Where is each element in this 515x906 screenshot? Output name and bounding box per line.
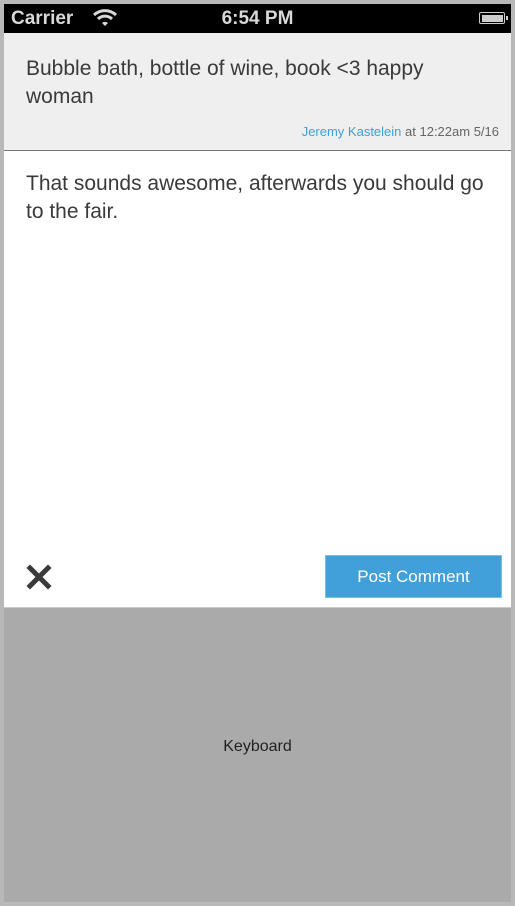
post-meta: Jeremy Kastelein at 12:22am 5/16 — [302, 124, 499, 139]
close-icon[interactable] — [26, 564, 52, 590]
post-comment-button[interactable]: Post Comment — [325, 555, 502, 598]
post-text: Bubble bath, bottle of wine, book <3 hap… — [26, 57, 424, 108]
keyboard-label: Keyboard — [223, 738, 292, 755]
status-bar: Carrier 6:54 PM — [4, 4, 511, 33]
keyboard-placeholder[interactable]: Keyboard — [4, 607, 511, 902]
post-timestamp: at 12:22am 5/16 — [405, 124, 499, 139]
post-author-link[interactable]: Jeremy Kastelein — [302, 124, 402, 139]
status-time: 6:54 PM — [221, 8, 294, 29]
battery-icon — [479, 12, 508, 24]
comment-input[interactable]: That sounds awesome, afterwards you shou… — [26, 170, 496, 226]
screen: Carrier 6:54 PM Bubble bath, bottle of w… — [4, 4, 511, 902]
original-post: Bubble bath, bottle of wine, book <3 hap… — [4, 33, 511, 151]
